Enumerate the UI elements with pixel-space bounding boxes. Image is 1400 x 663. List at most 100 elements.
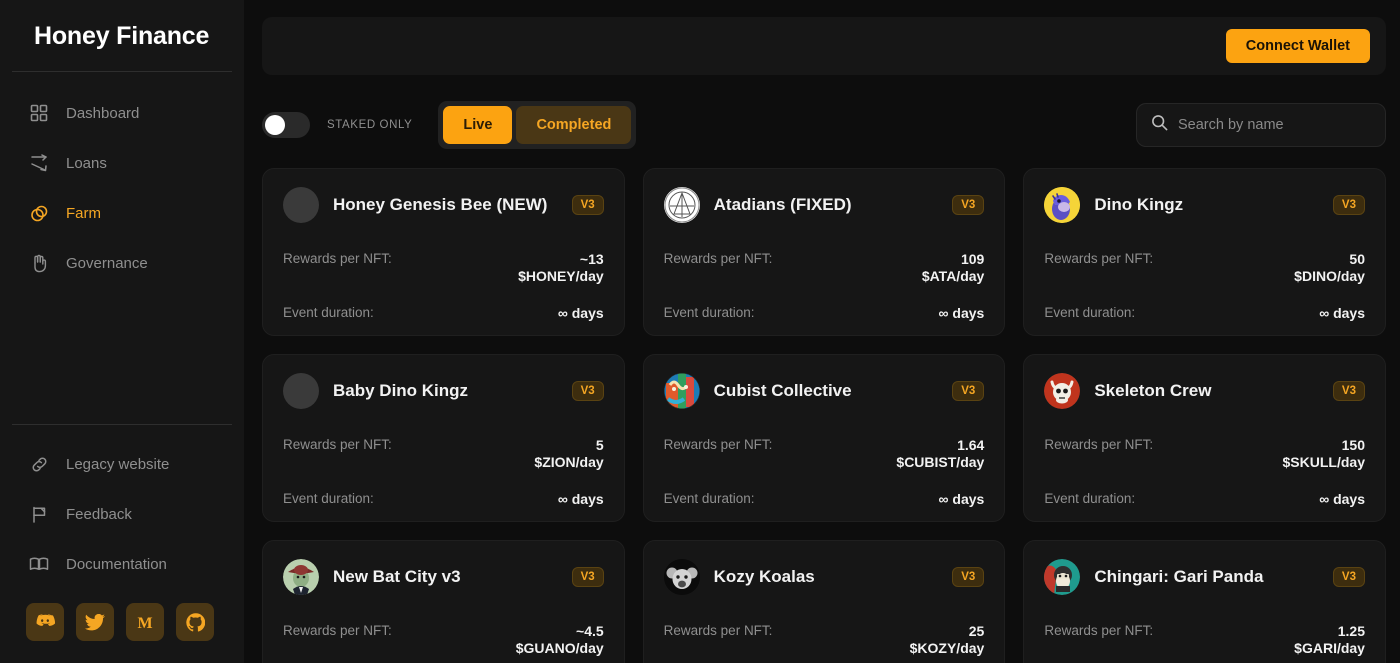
card-title: Honey Genesis Bee (NEW) (333, 195, 548, 214)
rewards-unit: $KOZY/day (909, 640, 985, 656)
rewards-amount: 1.25 (1337, 623, 1365, 639)
coins-icon (28, 202, 50, 224)
sidebar-divider (12, 424, 232, 425)
card-header: Skeleton Crew V3 (1044, 373, 1365, 409)
duration-row: Event duration: ∞ days (1044, 305, 1365, 321)
secondary-nav: Legacy website Feedback Documentation (0, 439, 244, 589)
farm-card[interactable]: Chingari: Gari Panda V3 Rewards per NFT:… (1023, 540, 1386, 663)
sidebar-item-feedback[interactable]: Feedback (0, 489, 244, 539)
svg-text:M: M (137, 615, 152, 631)
rewards-unit: $DINO/day (1294, 268, 1365, 284)
social-links: M (0, 589, 244, 663)
card-header: Atadians (FIXED) V3 (663, 187, 985, 223)
rewards-row: Rewards per NFT: ~13 $HONEY/day (283, 251, 604, 285)
duration-value: ∞ days (557, 305, 604, 321)
sidebar-item-loans[interactable]: Loans (0, 138, 244, 188)
version-badge: V3 (1332, 381, 1365, 401)
card-header: Dino Kingz V3 (1044, 187, 1365, 223)
search-input[interactable] (1178, 117, 1371, 133)
card-header: Chingari: Gari Panda V3 (1044, 559, 1365, 595)
duration-label: Event duration: (283, 305, 374, 320)
dino-kingz-avatar (1044, 187, 1081, 223)
rewards-amount: ~13 (579, 251, 604, 267)
rewards-unit: $GARI/day (1294, 640, 1365, 656)
farm-card[interactable]: Dino Kingz V3 Rewards per NFT: 50 $DINO/… (1023, 168, 1386, 336)
brand-title: Honey Finance (34, 22, 210, 50)
tab-completed[interactable]: Completed (516, 106, 632, 144)
rewards-label: Rewards per NFT: (663, 437, 773, 452)
card-title: Chingari: Gari Panda (1094, 567, 1264, 586)
grid-icon (28, 102, 50, 124)
farm-card[interactable]: Cubist Collective V3 Rewards per NFT: 1.… (642, 354, 1006, 522)
staked-only-toggle[interactable] (262, 112, 310, 138)
duration-label: Event duration: (663, 305, 755, 320)
connect-wallet-button[interactable]: Connect Wallet (1225, 29, 1370, 63)
main-content: Connect Wallet STAKED ONLY Live Complete… (244, 0, 1400, 663)
card-title: Atadians (FIXED) (713, 195, 852, 214)
sidebar-item-label: Legacy website (66, 455, 170, 473)
chingari-gari-panda-avatar (1044, 559, 1081, 595)
card-header: Cubist Collective V3 (663, 373, 985, 409)
rewards-unit: $GUANO/day (515, 640, 604, 656)
rewards-label: Rewards per NFT: (283, 437, 392, 452)
rewards-row: Rewards per NFT: 25 $KOZY/day (664, 623, 985, 657)
version-badge: V3 (571, 381, 604, 401)
sidebar-item-documentation[interactable]: Documentation (0, 539, 244, 589)
rewards-row: Rewards per NFT: 1.25 $GARI/day (1044, 623, 1365, 657)
arrows-split-icon (28, 152, 50, 174)
farm-card[interactable]: New Bat City v3 V3 Rewards per NFT: ~4.5… (262, 540, 625, 663)
farm-card[interactable]: Skeleton Crew V3 Rewards per NFT: 150 $S… (1023, 354, 1386, 522)
version-badge: V3 (1332, 195, 1365, 215)
duration-value: ∞ days (557, 491, 604, 507)
staked-only-label: STAKED ONLY (327, 119, 413, 131)
duration-label: Event duration: (1044, 305, 1136, 320)
cubist-collective-avatar (663, 373, 700, 409)
discord-icon[interactable] (26, 603, 64, 641)
medium-icon[interactable]: M (126, 603, 164, 641)
duration-value: ∞ days (938, 491, 985, 507)
duration-row: Event duration: ∞ days (1044, 491, 1365, 507)
card-title: Dino Kingz (1094, 195, 1184, 214)
github-icon[interactable] (176, 603, 214, 641)
version-badge: V3 (952, 195, 985, 215)
farm-card[interactable]: Kozy Koalas V3 Rewards per NFT: 25 $KOZY… (642, 540, 1006, 663)
rewards-unit: $CUBIST/day (896, 454, 985, 470)
card-title: Baby Dino Kingz (333, 381, 469, 400)
rewards-row: Rewards per NFT: 50 $DINO/day (1044, 251, 1365, 285)
farm-card[interactable]: Honey Genesis Bee (NEW) V3 Rewards per N… (262, 168, 625, 336)
rewards-row: Rewards per NFT: 109 $ATA/day (664, 251, 985, 285)
rewards-value: 150 $SKULL/day (1283, 437, 1365, 471)
version-badge: V3 (952, 567, 985, 587)
farm-card[interactable]: Atadians (FIXED) V3 Rewards per NFT: 109… (642, 168, 1006, 336)
new-bat-city-avatar (283, 559, 319, 595)
sidebar-item-label: Farm (66, 204, 101, 222)
kozy-koalas-avatar (663, 559, 700, 595)
twitter-icon[interactable] (76, 603, 114, 641)
sidebar-item-farm[interactable]: Farm (0, 188, 244, 238)
filter-bar: STAKED ONLY Live Completed (262, 100, 1386, 150)
card-title: Kozy Koalas (713, 567, 815, 586)
tab-live[interactable]: Live (443, 106, 513, 144)
version-badge: V3 (952, 381, 985, 401)
rewards-row: Rewards per NFT: ~4.5 $GUANO/day (283, 623, 604, 657)
primary-nav: Dashboard Loans Farm Governance (0, 72, 244, 288)
card-header: Baby Dino Kingz V3 (283, 373, 604, 409)
sidebar: Honey Finance Dashboard Loans Farm Gover… (0, 0, 244, 663)
duration-value: ∞ days (938, 305, 985, 321)
sidebar-item-governance[interactable]: Governance (0, 238, 244, 288)
rewards-amount: 150 (1341, 437, 1365, 453)
rewards-amount: 50 (1349, 251, 1365, 267)
sidebar-item-dashboard[interactable]: Dashboard (0, 88, 244, 138)
farm-card[interactable]: Baby Dino Kingz V3 Rewards per NFT: 5 $Z… (262, 354, 625, 522)
top-bar: Connect Wallet (262, 17, 1386, 75)
search-box[interactable] (1136, 103, 1386, 147)
search-icon (1151, 114, 1168, 136)
app-root: Honey Finance Dashboard Loans Farm Gover… (0, 0, 1400, 663)
rewards-value: 109 $ATA/day (922, 251, 985, 285)
rewards-value: 1.25 $GARI/day (1294, 623, 1365, 657)
sidebar-item-legacy-website[interactable]: Legacy website (0, 439, 244, 489)
rewards-row: Rewards per NFT: 5 $ZION/day (283, 437, 604, 471)
rewards-amount: 1.64 (957, 437, 985, 453)
link-icon (28, 453, 50, 475)
rewards-unit: $ZION/day (534, 454, 604, 470)
